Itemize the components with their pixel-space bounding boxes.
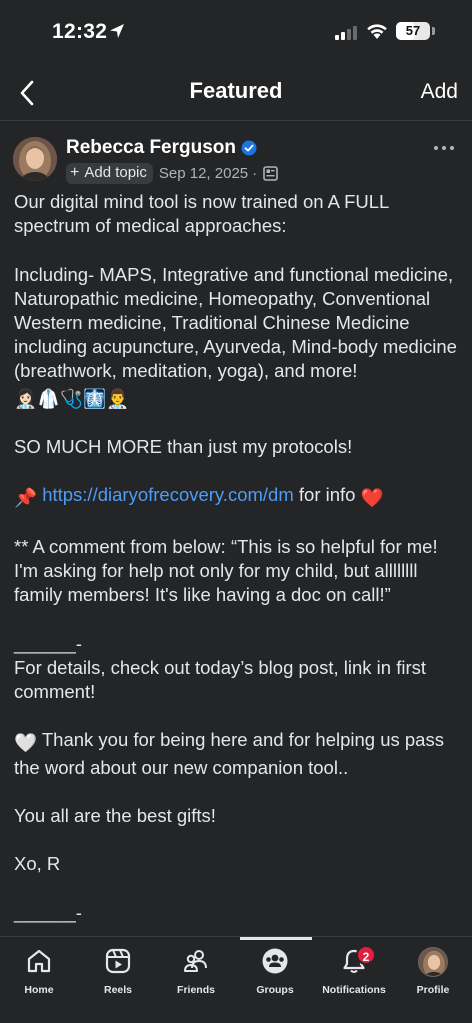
tab-label: Reels bbox=[103, 984, 133, 996]
post-line: ** A comment from below: “This is so hel… bbox=[14, 535, 443, 606]
tab-groups[interactable]: Groups bbox=[236, 937, 314, 1007]
bottom-tab-bar: Home Reels Friends Groups Notifications … bbox=[0, 936, 472, 1023]
add-topic-label: Add topic bbox=[84, 164, 147, 181]
avatar-image bbox=[13, 137, 57, 181]
post-line: Including- MAPS, Integrative and functio… bbox=[14, 263, 464, 411]
cellular-signal-icon bbox=[335, 26, 359, 40]
post-text: Our digital mind tool is now trained on … bbox=[14, 190, 464, 925]
tab-label: Groups bbox=[256, 984, 294, 996]
status-bar: 12:32 57 bbox=[0, 0, 472, 64]
post-line: 📌 https://diaryofrecovery.com/dm for inf… bbox=[14, 483, 464, 510]
profile-avatar bbox=[418, 947, 448, 977]
post-meta: + Add topic Sep 12, 2025 · bbox=[66, 162, 278, 184]
post-line-text: Including- MAPS, Integrative and functio… bbox=[14, 263, 463, 382]
meta-separator: · bbox=[252, 164, 258, 182]
post-line-text: Thank you for being here and for helping… bbox=[14, 729, 450, 778]
friends-icon bbox=[184, 950, 207, 972]
home-icon bbox=[27, 949, 51, 973]
battery-tip bbox=[432, 27, 435, 35]
post-line-text: for info bbox=[293, 484, 361, 506]
add-topic-button[interactable]: + Add topic bbox=[66, 162, 153, 184]
back-button[interactable] bbox=[10, 76, 44, 110]
more-options-button[interactable] bbox=[432, 138, 456, 158]
post-line: ______- bbox=[14, 632, 82, 654]
post-line: ______- bbox=[14, 901, 82, 923]
post-link[interactable]: https://diaryofrecovery.com/dm bbox=[42, 484, 294, 505]
white-heart-icon: 🤍 bbox=[14, 732, 38, 754]
post-line: 🤍 Thank you for being here and for helpi… bbox=[14, 728, 464, 779]
tab-reels[interactable]: Reels bbox=[79, 937, 157, 1007]
verified-badge-icon bbox=[241, 140, 257, 156]
location-arrow-icon bbox=[110, 24, 124, 38]
battery-percent: 57 bbox=[405, 23, 421, 38]
pushpin-icon: 📌 bbox=[14, 487, 38, 509]
medical-emoji: 👩🏻‍⚕️🥼🩺🩻👨‍⚕️ bbox=[14, 387, 130, 409]
battery-icon: 57 bbox=[396, 22, 430, 40]
status-time: 12:32 bbox=[52, 20, 108, 43]
chevron-left-icon bbox=[20, 80, 34, 106]
post-date[interactable]: Sep 12, 2025 bbox=[159, 165, 248, 182]
notification-badge: 2 bbox=[356, 945, 376, 965]
tab-home[interactable]: Home bbox=[0, 937, 78, 1007]
tab-label: Notifications bbox=[322, 984, 386, 996]
reels-icon bbox=[105, 948, 131, 974]
tab-profile[interactable]: Profile bbox=[394, 937, 472, 1007]
tab-label: Profile bbox=[416, 984, 450, 996]
red-heart-icon: ❤️ bbox=[360, 487, 384, 509]
post-line: Our digital mind tool is now trained on … bbox=[14, 191, 394, 237]
plus-icon: + bbox=[70, 163, 80, 181]
page-title: Featured bbox=[189, 78, 283, 103]
tab-label: Friends bbox=[177, 984, 215, 996]
tab-notifications[interactable]: Notifications bbox=[315, 937, 393, 1007]
tab-friends[interactable]: Friends bbox=[157, 937, 235, 1007]
post-line: You all are the best gifts! bbox=[14, 804, 216, 826]
post-line: Xo, R bbox=[14, 853, 61, 875]
header-divider bbox=[0, 120, 472, 121]
author-avatar[interactable] bbox=[13, 137, 57, 181]
post-line: SO MUCH MORE than just my protocols! bbox=[14, 436, 353, 457]
add-button[interactable]: Add bbox=[421, 80, 458, 104]
author-name[interactable]: Rebecca Ferguson bbox=[66, 137, 236, 159]
nav-header: Featured Add bbox=[0, 64, 472, 120]
album-icon bbox=[263, 165, 278, 181]
groups-icon bbox=[262, 948, 288, 974]
wifi-icon bbox=[367, 24, 387, 39]
tab-label: Home bbox=[24, 984, 54, 996]
profile-avatar-image bbox=[419, 948, 447, 976]
post-line: For details, check out today’s blog post… bbox=[14, 656, 432, 702]
